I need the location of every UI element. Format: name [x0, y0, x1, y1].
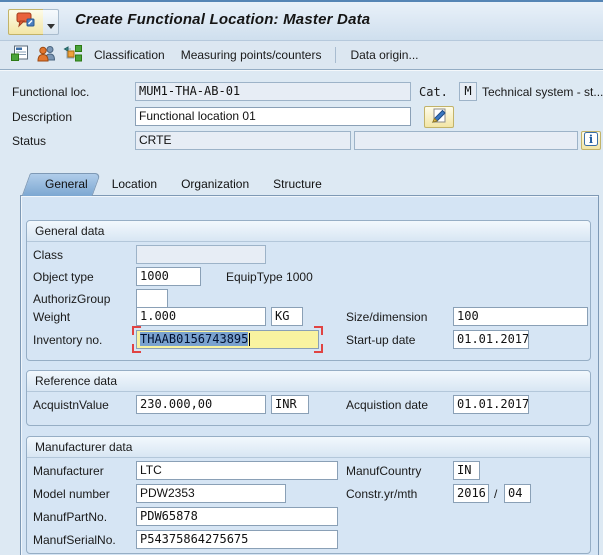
chat-bubble-icon [15, 11, 37, 34]
constr-separator: / [494, 487, 498, 501]
group-general-data-title: General data [27, 221, 590, 242]
acquistn-currency-field[interactable]: INR [271, 395, 309, 414]
user-status-field [354, 131, 578, 150]
structure-list-button[interactable] [60, 44, 84, 66]
group-manufacturer-data: Manufacturer data Manufacturer LTC Manuf… [26, 436, 591, 554]
sap-window: Create Functional Location: Master Data [0, 0, 603, 555]
class-label: Class [33, 248, 64, 262]
status-info-button[interactable]: i [581, 131, 601, 150]
manufacturer-field[interactable]: LTC [136, 461, 338, 480]
startup-date-field[interactable]: 01.01.2017 [453, 330, 529, 349]
description-label: Description [12, 110, 73, 124]
system-menu-dropdown-button[interactable] [43, 9, 59, 35]
tab-label: Organization [181, 177, 250, 191]
application-toolbar: Classification Measuring points/counters… [0, 41, 603, 70]
classification-button[interactable]: Classification [86, 45, 173, 65]
tab-general[interactable]: General [21, 173, 101, 196]
size-dimension-field[interactable]: 100 [453, 307, 588, 326]
acquistion-date-field[interactable]: 01.01.2017 [453, 395, 529, 414]
manuf-part-no-field[interactable]: PDW65878 [136, 507, 338, 526]
page-title: Create Functional Location: Master Data [75, 11, 371, 28]
authoriz-group-field[interactable] [136, 289, 168, 308]
header-form: Functional loc. MUM1-THA-AB-01 Cat. M Te… [0, 70, 603, 170]
object-type-field[interactable]: 1000 [136, 267, 201, 286]
constr-year-field[interactable]: 2016 [453, 484, 489, 503]
weight-label: Weight [33, 310, 71, 324]
acquistn-value-field[interactable]: 230.000,00 [136, 395, 266, 414]
toolbar-separator [335, 47, 337, 63]
category-label: Cat. [419, 85, 448, 99]
long-text-edit-button[interactable] [424, 106, 454, 128]
functional-loc-field: MUM1-THA-AB-01 [135, 82, 411, 101]
class-field [136, 245, 266, 264]
manuf-serial-no-label: ManufSerialNo. [33, 533, 116, 547]
startup-date-label: Start-up date [346, 333, 416, 347]
titlebar: Create Functional Location: Master Data [0, 2, 603, 41]
status-label: Status [12, 134, 47, 148]
manufacturer-label: Manufacturer [33, 464, 104, 478]
manuf-serial-no-field[interactable]: P54375864275675 [136, 530, 338, 549]
tab-location[interactable]: Location [88, 173, 171, 196]
measuring-points-button[interactable]: Measuring points/counters [173, 45, 330, 65]
description-field[interactable]: Functional location 01 [135, 107, 411, 126]
size-dimension-label: Size/dimension [346, 310, 428, 324]
category-description: Technical system - st... [482, 85, 603, 99]
tab-label: Structure [273, 177, 322, 191]
tab-structure[interactable]: Structure [249, 173, 335, 196]
detail-view-button[interactable] [8, 44, 32, 66]
group-manufacturer-data-title: Manufacturer data [27, 437, 590, 458]
partners-icon [36, 45, 56, 65]
constr-yr-mth-label: Constr.yr/mth [346, 487, 418, 501]
inventory-no-focus-frame: THAAB0156743895 [132, 326, 323, 353]
weight-field[interactable]: 1.000 [136, 307, 266, 326]
svg-text:i: i [589, 133, 593, 146]
edit-pencil-icon [430, 108, 448, 127]
weight-unit-field[interactable]: KG [271, 307, 303, 326]
tab-label: Location [111, 177, 158, 191]
group-general-data: General data Class Object type 1000 Equi… [26, 220, 591, 361]
data-origin-button[interactable]: Data origin... [342, 45, 426, 65]
info-icon: i [584, 132, 598, 149]
system-status-field: CRTE [135, 131, 351, 150]
functional-loc-label: Functional loc. [12, 85, 90, 99]
text-caret [249, 333, 251, 346]
inventory-no-label: Inventory no. [33, 333, 103, 347]
group-reference-data: Reference data AcquistnValue 230.000,00 … [26, 370, 591, 426]
authoriz-group-label: AuthorizGroup [33, 292, 111, 306]
tab-organization[interactable]: Organization [157, 173, 263, 196]
focus-corner [314, 326, 323, 335]
focus-corner [132, 326, 141, 335]
structure-list-icon [62, 45, 82, 65]
category-field: M [459, 82, 477, 101]
acquistn-value-label: AcquistnValue [33, 398, 109, 412]
partners-button[interactable] [34, 44, 58, 66]
focus-corner [132, 344, 141, 353]
focus-corner [314, 344, 323, 353]
manuf-part-no-label: ManufPartNo. [33, 510, 108, 524]
acquistion-date-label: Acquistion date [346, 398, 429, 412]
selected-text: THAAB0156743895 [140, 332, 249, 346]
equip-type-note: EquipType 1000 [226, 270, 313, 284]
model-number-label: Model number [33, 487, 110, 501]
group-reference-data-title: Reference data [27, 371, 590, 392]
tabstrip: General Location Organization Structure [20, 172, 600, 196]
constr-month-field[interactable]: 04 [504, 484, 531, 503]
dropdown-arrow-icon [47, 24, 55, 29]
model-number-field[interactable]: PDW2353 [136, 484, 286, 503]
tab-label: General [45, 177, 88, 191]
manuf-country-field[interactable]: IN [453, 461, 480, 480]
manuf-country-label: ManufCountry [346, 464, 422, 478]
system-menu-button[interactable] [8, 9, 44, 35]
detail-view-icon [11, 45, 29, 65]
object-type-label: Object type [33, 270, 94, 284]
inventory-no-field[interactable]: THAAB0156743895 [136, 330, 319, 349]
